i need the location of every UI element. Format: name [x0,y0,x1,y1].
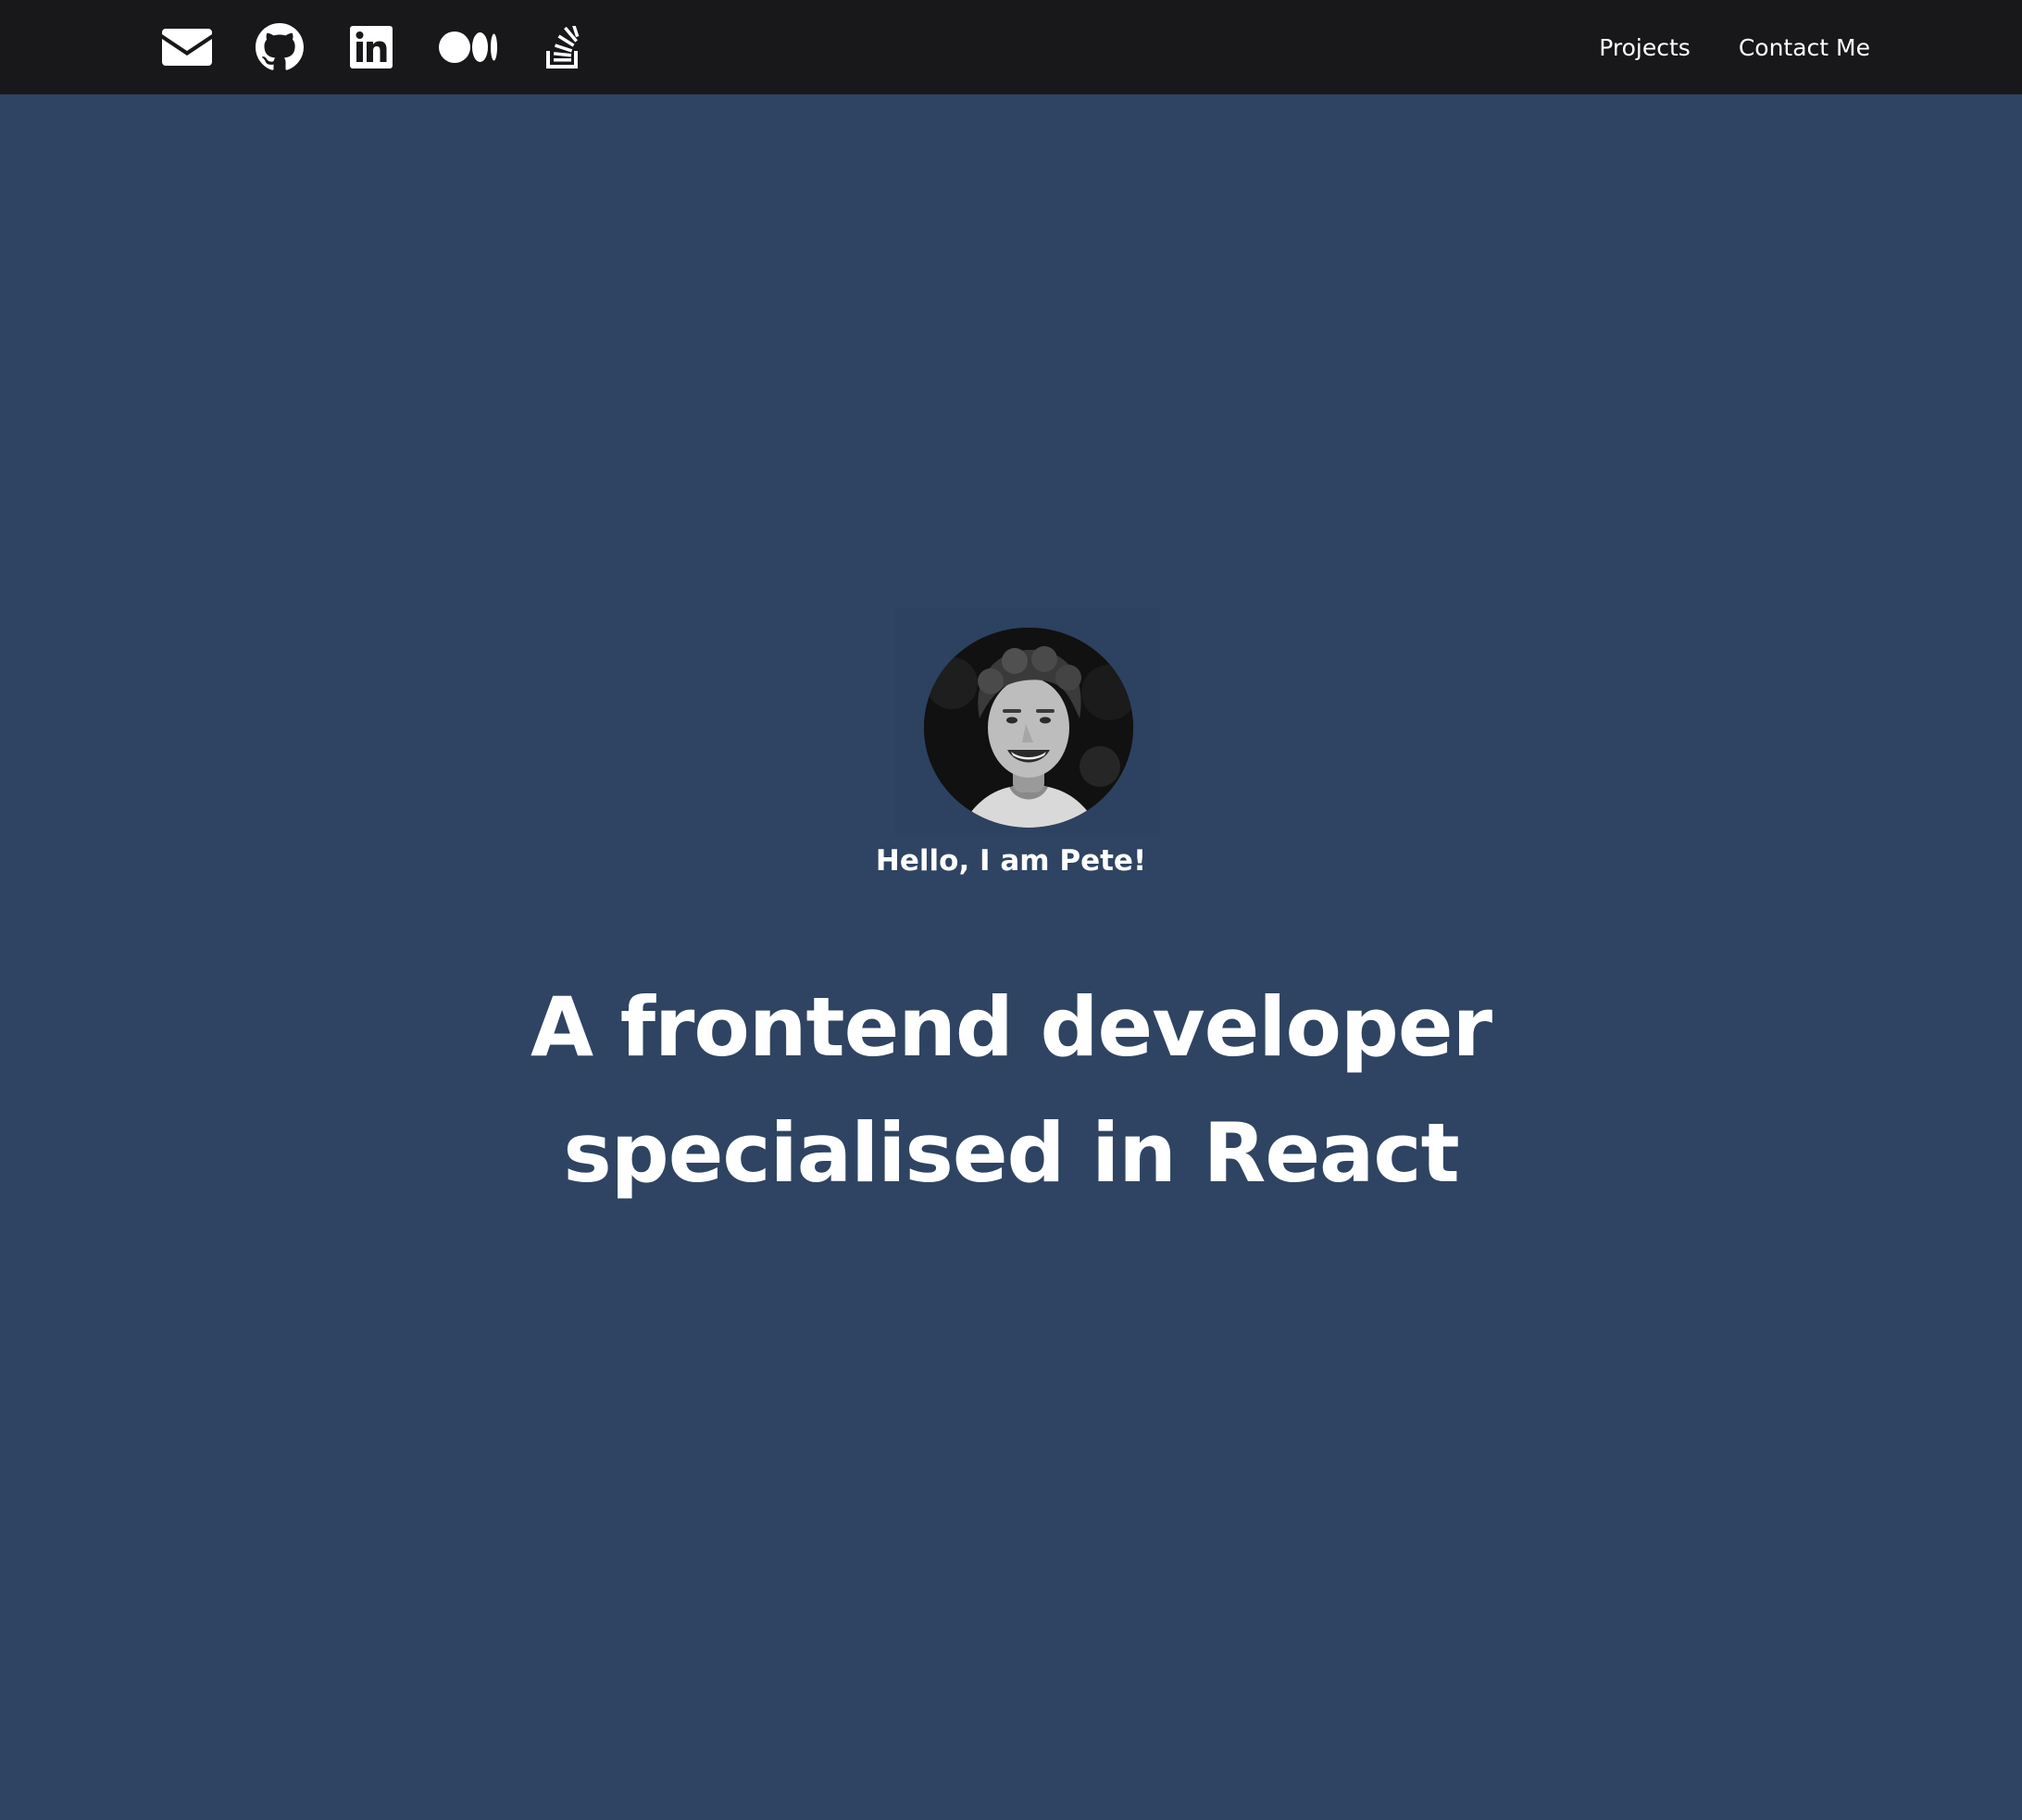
email-link[interactable] [162,22,212,72]
headline-line-2: specialised in React [563,1105,1459,1201]
github-link[interactable] [256,22,304,72]
avatar [924,628,1133,828]
github-icon [256,23,304,70]
stackoverflow-icon [546,26,580,69]
hero-headline: A frontend developer specialised in Reac… [0,965,2022,1216]
linkedin-icon [350,26,393,69]
avatar-frame [895,608,1160,836]
site-header: Projects Contact Me [0,0,2022,94]
medium-icon [439,31,497,63]
envelope-icon [162,29,212,66]
main-nav: Projects Contact Me [1599,0,1870,94]
stackoverflow-link[interactable] [544,22,581,72]
social-links [162,22,581,72]
hero-section: Hello, I am Pete! A frontend developer s… [0,94,2022,1820]
headline-line-1: A frontend developer [530,979,1492,1075]
profile-photo [924,628,1133,828]
linkedin-link[interactable] [350,22,393,72]
nav-contact-link[interactable]: Contact Me [1739,34,1870,61]
medium-link[interactable] [439,22,498,72]
nav-projects-link[interactable]: Projects [1599,34,1691,61]
greeting-text: Hello, I am Pete! [875,844,1147,878]
